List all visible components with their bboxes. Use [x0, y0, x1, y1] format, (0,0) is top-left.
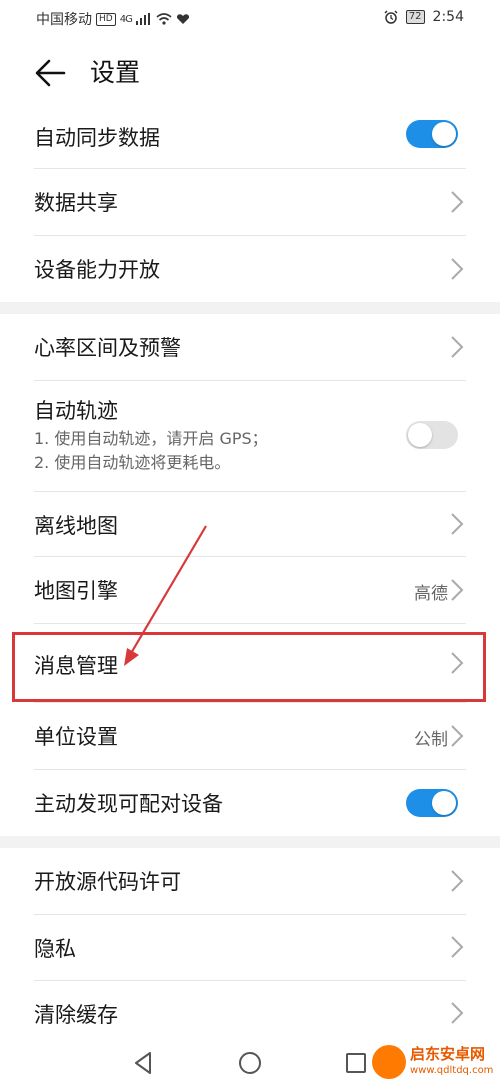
setting-privacy[interactable]: 隐私: [0, 915, 500, 980]
setting-label: 主动发现可配对设备: [34, 792, 223, 816]
watermark-text: 启东安卓网: [410, 1045, 486, 1063]
setting-label: 离线地图: [34, 514, 118, 538]
battery-level: 72: [405, 10, 425, 24]
setting-value: 公制: [414, 730, 448, 750]
setting-label: 单位设置: [34, 725, 118, 749]
setting-heart-rate[interactable]: 心率区间及预警: [0, 314, 500, 380]
setting-device-capability[interactable]: 设备能力开放: [0, 236, 500, 302]
setting-units[interactable]: 单位设置 公制: [0, 703, 500, 769]
chevron-right-icon: [451, 336, 464, 358]
watermark-logo-icon: [372, 1045, 406, 1079]
auto-sync-toggle[interactable]: [406, 120, 458, 148]
nav-recents-icon[interactable]: [342, 1049, 370, 1077]
watermark-url: www.qdltdq.com: [410, 1065, 494, 1076]
app-header: 设置: [0, 36, 500, 114]
carrier-label: 中国移动: [36, 12, 92, 28]
status-left: 中国移动 HD 4G: [36, 9, 190, 29]
health-heart-icon: [176, 14, 189, 24]
annotation-highlight-box: [12, 632, 486, 702]
setting-label: 地图引擎: [34, 579, 118, 603]
settings-group-sync: 自动同步数据 数据共享 设备能力开放: [0, 114, 500, 302]
nav-back-icon[interactable]: [130, 1049, 158, 1077]
chevron-right-icon: [451, 258, 464, 280]
setting-label: 开放源代码许可: [34, 870, 181, 894]
setting-value: 高德: [414, 584, 448, 604]
setting-description: 1. 使用自动轨迹，请开启 GPS；: [34, 429, 268, 448]
setting-open-source[interactable]: 开放源代码许可: [0, 848, 500, 914]
setting-label: 自动轨迹: [34, 399, 118, 423]
alarm-icon: [384, 10, 398, 24]
watermark: 启东安卓网 www.qdltdq.com: [372, 1043, 500, 1083]
signal-icon: [135, 13, 150, 25]
back-arrow-icon[interactable]: [34, 56, 68, 90]
chevron-right-icon: [451, 1002, 464, 1024]
chevron-right-icon: [451, 725, 464, 747]
network-type: 4G: [119, 13, 133, 25]
chevron-right-icon: [451, 870, 464, 892]
status-right: 72 2:54: [384, 9, 464, 25]
setting-description: 2. 使用自动轨迹将更耗电。: [34, 453, 231, 472]
setting-label: 数据共享: [34, 191, 118, 215]
chevron-right-icon: [451, 579, 464, 601]
nav-home-icon[interactable]: [236, 1049, 264, 1077]
setting-offline-map[interactable]: 离线地图: [0, 492, 500, 556]
settings-group-map: 心率区间及预警 自动轨迹 1. 使用自动轨迹，请开启 GPS； 2. 使用自动轨…: [0, 314, 500, 836]
chevron-right-icon: [451, 513, 464, 535]
wifi-icon: [156, 13, 172, 25]
chevron-right-icon: [451, 936, 464, 958]
setting-label: 设备能力开放: [34, 258, 160, 282]
settings-group-misc: 开放源代码许可 隐私 清除缓存: [0, 848, 500, 1043]
status-bar: 中国移动 HD 4G 72 2:54: [0, 0, 500, 36]
setting-map-engine[interactable]: 地图引擎 高德: [0, 557, 500, 623]
toggle-knob: [408, 423, 432, 447]
setting-label: 隐私: [34, 937, 76, 961]
setting-auto-track[interactable]: 自动轨迹 1. 使用自动轨迹，请开启 GPS； 2. 使用自动轨迹将更耗电。: [0, 381, 500, 491]
setting-clear-cache[interactable]: 清除缓存: [0, 981, 500, 1043]
chevron-right-icon: [451, 191, 464, 213]
toggle-knob: [432, 791, 456, 815]
auto-track-toggle[interactable]: [406, 421, 458, 449]
hd-badge: HD: [96, 12, 116, 26]
page-title: 设置: [90, 58, 141, 87]
setting-data-sharing[interactable]: 数据共享: [0, 169, 500, 235]
toggle-knob: [432, 122, 456, 146]
setting-auto-sync[interactable]: 自动同步数据: [0, 114, 500, 168]
setting-label: 清除缓存: [34, 1003, 118, 1027]
setting-label: 心率区间及预警: [34, 336, 181, 360]
setting-label: 自动同步数据: [34, 126, 160, 150]
clock: 2:54: [432, 9, 464, 25]
discover-devices-toggle[interactable]: [406, 789, 458, 817]
setting-discover-devices[interactable]: 主动发现可配对设备: [0, 770, 500, 836]
